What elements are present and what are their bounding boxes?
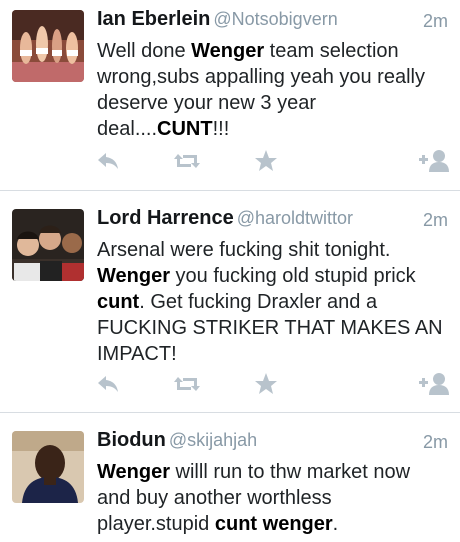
tweet-timestamp[interactable]: 2m — [423, 432, 448, 453]
favorite-icon[interactable] — [253, 148, 279, 178]
tweet[interactable]: Ian Eberlein @Notsobigvern 2m Well done W… — [0, 0, 460, 190]
favorite-icon[interactable] — [253, 371, 279, 401]
tweet[interactable]: Biodun @skijahjah 2m Wenger willl run to … — [0, 412, 460, 541]
tweet[interactable]: Lord Harrence @haroldtwittor 2m Arsenal w… — [0, 190, 460, 412]
tweet-text-segment: CUNT — [157, 118, 213, 140]
author-handle[interactable]: @skijahjah — [169, 430, 257, 450]
tweet-header: Ian Eberlein @Notsobigvern 2m — [97, 8, 448, 38]
author-handle[interactable]: @Notsobigvern — [213, 9, 337, 29]
tweet-text-segment: you fucking old stupid prick — [169, 265, 416, 287]
reply-icon[interactable] — [95, 148, 121, 178]
tweet-text-segment: !!! — [212, 118, 230, 140]
tweet-timestamp[interactable]: 2m — [423, 11, 448, 32]
tweet-actions — [0, 371, 460, 401]
tweet-text-segment: . Get fucking Draxler and a FUCKING STRI… — [97, 291, 443, 365]
user-avatar[interactable] — [12, 209, 84, 281]
tweet-text-segment: cunt wenger — [214, 513, 333, 535]
tweet-actions — [0, 148, 460, 178]
reply-icon[interactable] — [95, 371, 121, 401]
tweet-text: Wenger willl run to thw market now and b… — [97, 459, 448, 537]
author-name[interactable]: Lord Harrence — [97, 207, 234, 229]
tweet-text: Well done Wenger team selection wrong,su… — [97, 38, 448, 142]
tweet-text: Arsenal were fucking shit tonight. Wenge… — [97, 237, 448, 367]
follow-icon[interactable] — [418, 148, 450, 178]
retweet-icon[interactable] — [172, 371, 202, 401]
author-handle[interactable]: @haroldtwittor — [237, 208, 353, 228]
tweet-text-segment: Wenger — [97, 461, 170, 483]
user-avatar[interactable] — [12, 431, 84, 503]
tweet-text-segment: Wenger — [97, 265, 170, 287]
tweet-text-segment: Arsenal were fucking shit tonight. — [97, 239, 391, 261]
tweet-text-segment: . — [332, 513, 339, 535]
author-name[interactable]: Ian Eberlein — [97, 8, 210, 30]
retweet-icon[interactable] — [172, 148, 202, 178]
user-avatar[interactable] — [12, 10, 84, 82]
tweet-text-segment: Wenger — [191, 40, 265, 62]
tweet-timestamp[interactable]: 2m — [423, 210, 448, 231]
author-name[interactable]: Biodun — [97, 429, 166, 451]
tweet-header: Lord Harrence @haroldtwittor 2m — [97, 207, 448, 237]
tweet-text-segment: Well done — [97, 40, 192, 62]
follow-icon[interactable] — [418, 371, 450, 401]
tweet-text-segment: cunt — [97, 291, 140, 313]
tweet-header: Biodun @skijahjah 2m — [97, 429, 448, 459]
tweet-timeline: Ian Eberlein @Notsobigvern 2m Well done W… — [0, 0, 460, 542]
